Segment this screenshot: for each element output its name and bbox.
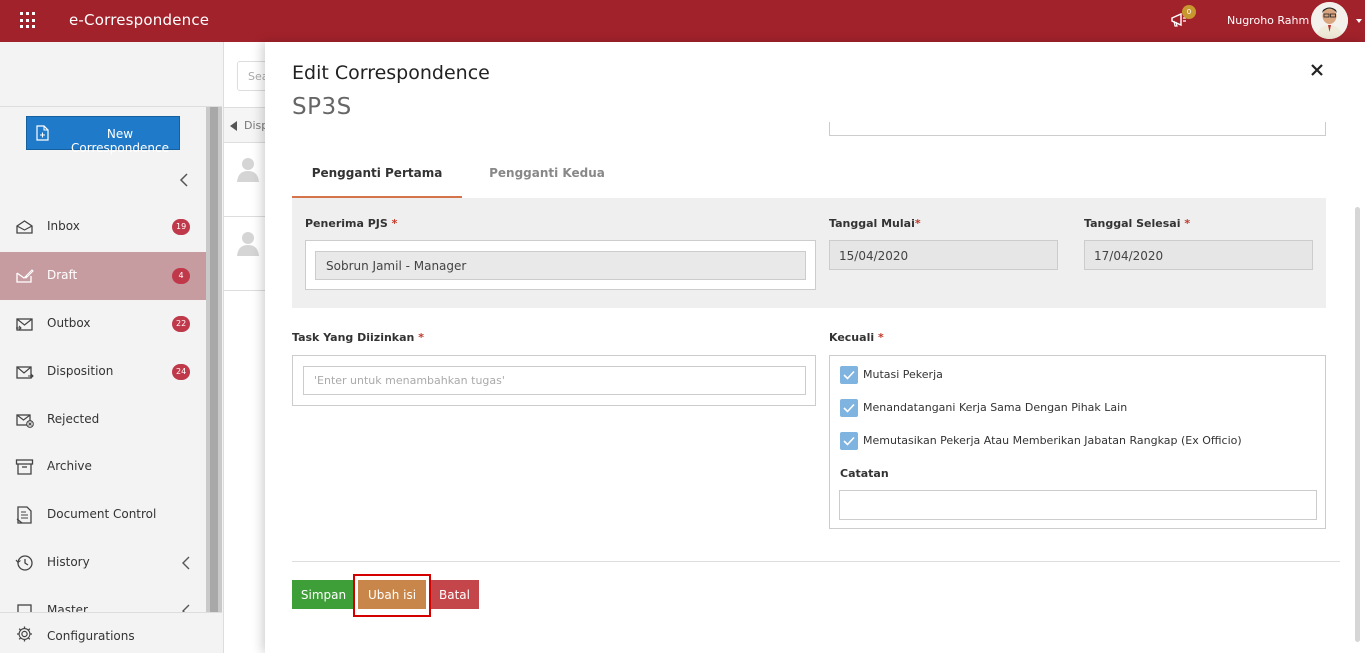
kecuali-option-label: Memutasikan Pekerja Atau Memberikan Jaba… xyxy=(863,434,1242,447)
sidebar-item-configurations[interactable]: Configurations xyxy=(0,612,222,653)
inbox-icon xyxy=(16,220,33,234)
sidebar-item-label: Document Control xyxy=(47,507,157,521)
penerima-pjs-label: Penerima PJS * xyxy=(305,217,398,230)
user-placeholder-icon xyxy=(237,232,259,256)
outbox-icon xyxy=(16,318,33,331)
user-menu-caret-icon[interactable] xyxy=(1356,19,1362,23)
catatan-input[interactable] xyxy=(839,490,1317,520)
check-icon xyxy=(843,436,855,446)
tanggal-selesai-field[interactable]: 17/04/2020 xyxy=(1084,240,1313,270)
checkbox-checked[interactable] xyxy=(840,366,858,384)
sidebar-item-label: Disposition xyxy=(47,364,114,378)
pjs-panel: Penerima PJS * Sobrun Jamil - Manager Ta… xyxy=(292,198,1326,308)
chevron-left-icon xyxy=(182,556,190,570)
tanggal-mulai-field[interactable]: 15/04/2020 xyxy=(829,240,1058,270)
modal-title: Edit Correspondence xyxy=(292,62,490,84)
penerima-pjs-box: Sobrun Jamil - Manager xyxy=(305,240,816,290)
kecuali-box: Mutasi Pekerja Menandatangani Kerja Sama… xyxy=(829,355,1326,529)
disposition-icon xyxy=(16,366,34,379)
catatan-label: Catatan xyxy=(840,467,889,480)
modal-subtitle: SP3S xyxy=(292,94,352,120)
sidebar-item-label: Draft xyxy=(47,268,78,282)
scrolled-field[interactable] xyxy=(829,122,1326,136)
tanggal-mulai-label: Tanggal Mulai* xyxy=(829,217,921,230)
sidebar-item-document-control[interactable]: Document Control xyxy=(0,491,206,539)
disposition-count-badge: 24 xyxy=(172,364,191,380)
penerima-pjs-field[interactable]: Sobrun Jamil - Manager xyxy=(315,251,806,280)
sidebar-header xyxy=(0,42,222,107)
sidebar-item-disposition[interactable]: Disposition 24 xyxy=(0,348,206,396)
close-icon[interactable] xyxy=(1311,64,1323,76)
app-grid-icon[interactable] xyxy=(20,12,37,29)
tanggal-selesai-label: Tanggal Selesai * xyxy=(1084,217,1191,230)
sidebar-scrollbar-thumb[interactable] xyxy=(210,107,218,612)
edit-button[interactable]: Ubah isi xyxy=(358,580,426,609)
tab-pengganti-kedua[interactable]: Pengganti Kedua xyxy=(462,156,632,198)
user-name[interactable]: Nugroho Rahm xyxy=(1227,14,1309,27)
kecuali-label: Kecuali * xyxy=(829,331,884,344)
new-document-icon xyxy=(36,125,49,141)
task-label: Task Yang Diizinkan * xyxy=(292,331,424,344)
sidebar-item-label: Rejected xyxy=(47,412,100,426)
tab-prev-arrow-icon[interactable] xyxy=(230,121,237,131)
draft-count-badge: 4 xyxy=(172,268,190,284)
archive-icon xyxy=(15,459,34,475)
sidebar-item-label: History xyxy=(47,555,90,569)
kecuali-option-label: Mutasi Pekerja xyxy=(863,368,943,381)
configurations-label: Configurations xyxy=(47,629,135,643)
check-icon xyxy=(843,370,855,380)
new-correspondence-button[interactable]: New Correspondence xyxy=(26,116,180,155)
sidebar-item-label: Inbox xyxy=(47,219,80,233)
app-title: e-Correspondence xyxy=(69,11,210,29)
user-placeholder-icon xyxy=(237,158,259,182)
user-avatar[interactable] xyxy=(1311,2,1348,39)
sidebar-item-outbox[interactable]: Outbox 22 xyxy=(0,300,206,348)
task-input[interactable] xyxy=(303,366,806,395)
cancel-button[interactable]: Batal xyxy=(430,580,479,609)
notification-badge: 0 xyxy=(1182,5,1196,19)
task-box xyxy=(292,355,816,406)
sidebar-item-rejected[interactable]: Rejected xyxy=(0,396,206,444)
check-icon xyxy=(843,403,855,413)
inbox-count-badge: 19 xyxy=(172,219,191,235)
sidebar-item-label: Outbox xyxy=(47,316,91,330)
outbox-count-badge: 22 xyxy=(172,316,191,332)
edit-correspondence-modal: Edit Correspondence SP3S Pengganti Perta… xyxy=(265,42,1365,653)
sidebar-item-draft[interactable]: Draft 4 xyxy=(0,252,206,300)
modal-scrollbar[interactable] xyxy=(1355,207,1360,642)
checkbox-checked[interactable] xyxy=(840,399,858,417)
history-icon xyxy=(15,555,33,571)
document-control-icon xyxy=(16,506,32,524)
footer-divider xyxy=(292,561,1340,562)
sidebar-item-label: Archive xyxy=(47,459,92,473)
sidebar-item-archive[interactable]: Archive xyxy=(0,443,206,491)
sidebar: New Correspondence Inbox 19 Draft 4 Outb… xyxy=(0,42,222,653)
new-correspondence-label: New Correspondence xyxy=(71,127,169,155)
sidebar-item-history[interactable]: History xyxy=(0,539,206,587)
tab-pengganti-pertama[interactable]: Pengganti Pertama xyxy=(292,156,462,198)
top-bar: e-Correspondence 0 Nugroho Rahm xyxy=(0,0,1365,42)
draft-icon xyxy=(16,269,34,283)
sidebar-item-inbox[interactable]: Inbox 19 xyxy=(0,203,206,251)
checkbox-checked[interactable] xyxy=(840,432,858,450)
gear-icon xyxy=(17,626,32,642)
rejected-icon xyxy=(16,414,34,428)
kecuali-option-label: Menandatangani Kerja Sama Dengan Pihak L… xyxy=(863,401,1128,414)
save-button[interactable]: Simpan xyxy=(292,580,355,609)
collapse-sidebar-chevron-icon[interactable] xyxy=(176,172,192,188)
